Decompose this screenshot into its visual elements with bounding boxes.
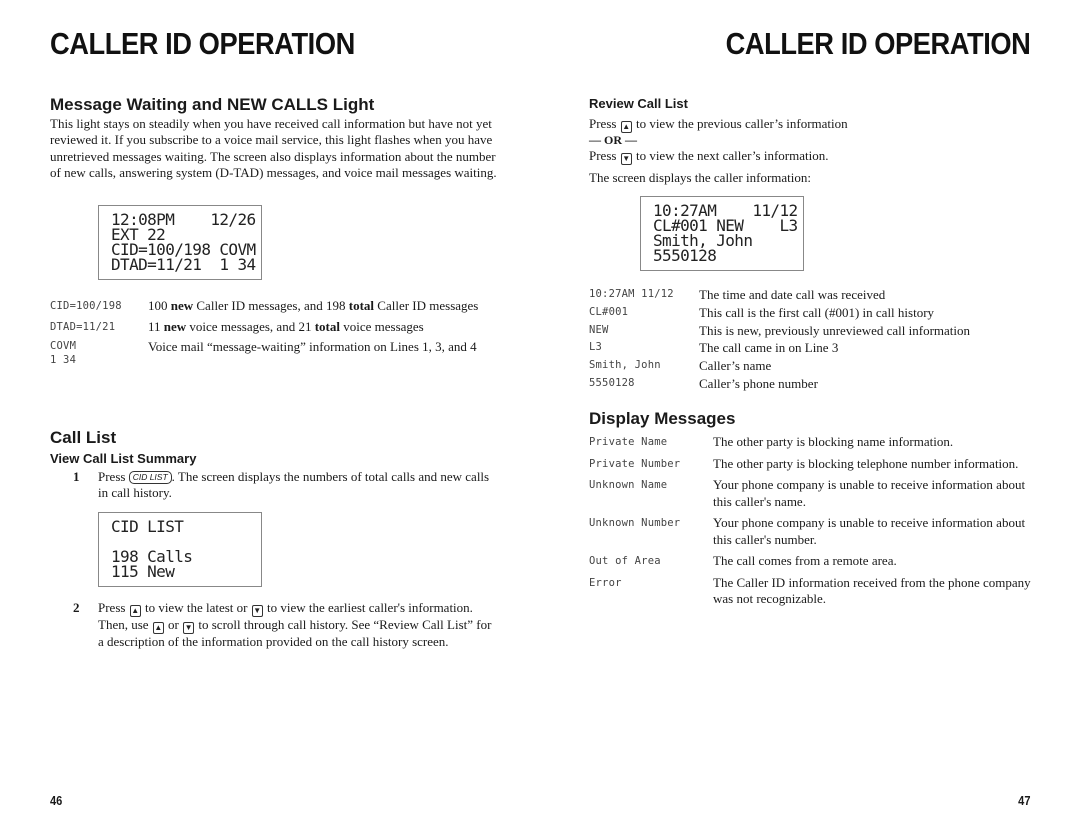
display-message-description: The other party is blocking name informa… xyxy=(713,434,954,449)
display-message-row: Private Number The other party is blockin… xyxy=(589,456,1039,473)
caller-info-legend: 10:27AM 11/12 The time and date call was … xyxy=(589,286,1039,393)
display-message-row: Private Name The other party is blocking … xyxy=(589,434,1039,451)
display-message-description: The call comes from a remote area. xyxy=(713,553,897,568)
legend-value: The call came in on Line 3 xyxy=(699,340,839,356)
legend-value: Voice mail “message-waiting” information… xyxy=(148,339,477,354)
step-text: Press ▲ to view the latest or ▼ to view … xyxy=(98,600,492,649)
or-separator: — OR — xyxy=(589,133,637,147)
legend-value: Caller’s name xyxy=(699,358,772,374)
up-arrow-key-icon: ▲ xyxy=(620,121,632,133)
display-message-description: The other party is blocking telephone nu… xyxy=(713,455,1019,471)
lcd-line: 115 New xyxy=(111,562,175,581)
display-message-description: Your phone company is unable to receive … xyxy=(713,477,1026,509)
message-waiting-paragraph: This light stays on steadily when you ha… xyxy=(50,116,497,180)
legend-key: 10:27AM 11/12 xyxy=(589,288,674,300)
display-message-row: Unknown Name Your phone company is unable… xyxy=(589,477,1039,510)
display-message-description: The Caller ID information received from … xyxy=(713,574,1031,607)
message-waiting-legend: CID=100/198 100 new Caller ID messages, … xyxy=(50,298,498,367)
step-number: 1 xyxy=(73,469,80,484)
display-message-row: Error The Caller ID information received … xyxy=(589,575,1039,608)
lcd-screen-message-waiting: 12:08PM 12/26 EXT 22 CID=100/198 COVM DT… xyxy=(98,205,262,280)
display-message-key: Unknown Number xyxy=(589,517,681,529)
review-line-next: Press ▼ to view the next caller’s inform… xyxy=(589,148,829,165)
legend-row: NEW This is new, previously unreviewed ca… xyxy=(589,322,1039,340)
legend-value: 11 new voice messages, and 21 total voic… xyxy=(148,318,424,334)
cid-list-key-icon: CID LIST xyxy=(128,471,172,484)
legend-key: NEW xyxy=(589,323,609,336)
legend-row: L3 The call came in on Line 3 xyxy=(589,339,1039,357)
display-message-row: Unknown Number Your phone company is unab… xyxy=(589,515,1039,548)
display-message-description: Your phone company is unable to receive … xyxy=(713,515,1026,547)
down-arrow-key-icon: ▼ xyxy=(183,622,195,634)
display-messages-list: Private Name The other party is blocking … xyxy=(589,434,1039,608)
page-number-left: 46 xyxy=(50,793,63,808)
legend-key: Smith, John xyxy=(589,359,661,372)
step-text: Press CID LIST. The screen displays the … xyxy=(98,469,490,501)
view-call-list-summary-heading: View Call List Summary xyxy=(50,451,197,466)
legend-value: Caller’s phone number xyxy=(699,375,818,391)
display-messages-heading: Display Messages xyxy=(589,409,736,428)
review-call-list-heading: Review Call List xyxy=(589,96,688,111)
lcd-line: CID LIST xyxy=(111,517,184,536)
legend-value: This is new, previously unreviewed call … xyxy=(699,322,971,338)
step-1: 1 Press CID LIST. The screen displays th… xyxy=(73,469,503,505)
page-number-right: 47 xyxy=(1017,793,1030,808)
display-message-key: Private Number xyxy=(589,457,681,470)
lcd-screen-call-list: CID LIST 198 Calls 115 New xyxy=(98,512,262,587)
down-arrow-key-icon: ▼ xyxy=(620,153,632,165)
display-message-key: Error xyxy=(589,576,622,589)
display-message-row: Out of Area The call comes from a remote … xyxy=(589,553,1039,570)
lcd-screen-caller-info: 10:27AM 11/12 CL#001 NEW L3 Smith, John … xyxy=(640,196,804,271)
call-list-heading: Call List xyxy=(50,428,117,447)
legend-row: COVM 1 34 Voice mail “message-waiting” i… xyxy=(50,339,498,367)
lcd-line: DTAD=11/21 1 34 xyxy=(111,255,256,274)
review-call-list-instructions: Press ▲ to view the previous caller’s in… xyxy=(589,116,1039,186)
legend-row: 5550128 Caller’s phone number xyxy=(589,375,1039,393)
screen-intro: The screen displays the caller informati… xyxy=(589,170,812,185)
legend-key: CL#001 xyxy=(589,305,629,318)
legend-row: Smith, John Caller’s name xyxy=(589,357,1039,375)
page-title-left: CALLER ID OPERATION xyxy=(50,26,355,61)
legend-row: CL#001 This call is the first call (#001)… xyxy=(589,304,1039,322)
legend-row: CID=100/198 100 new Caller ID messages, … xyxy=(50,298,498,315)
down-arrow-key-icon: ▼ xyxy=(251,605,263,617)
display-message-key: Out of Area xyxy=(589,555,661,567)
page-title-right: CALLER ID OPERATION xyxy=(725,26,1030,61)
legend-value: This call is the first call (#001) in ca… xyxy=(699,304,935,320)
message-waiting-heading: Message Waiting and NEW CALLS Light xyxy=(50,95,375,114)
lcd-line: 5550128 xyxy=(653,246,717,265)
legend-row: 10:27AM 11/12 The time and date call was … xyxy=(589,286,1039,304)
legend-key: L3 xyxy=(589,341,603,354)
legend-key: CID=100/198 xyxy=(50,300,122,312)
legend-row: DTAD=11/21 11 new voice messages, and 21… xyxy=(50,319,498,336)
legend-key: COVM 1 34 xyxy=(50,340,77,366)
up-arrow-key-icon: ▲ xyxy=(129,605,141,617)
legend-key: DTAD=11/21 xyxy=(50,320,116,333)
display-message-key: Private Name xyxy=(589,436,668,448)
up-arrow-key-icon: ▲ xyxy=(152,622,164,634)
legend-key: 5550128 xyxy=(589,376,635,389)
step-2: 2 Press ▲ to view the latest or ▼ to vie… xyxy=(73,600,503,670)
step-number: 2 xyxy=(73,600,80,615)
legend-value: The time and date call was received xyxy=(699,287,886,302)
display-message-key: Unknown Name xyxy=(589,479,668,491)
review-line-previous: Press ▲ to view the previous caller’s in… xyxy=(589,116,848,133)
legend-value: 100 new Caller ID messages, and 198 tota… xyxy=(148,298,479,313)
